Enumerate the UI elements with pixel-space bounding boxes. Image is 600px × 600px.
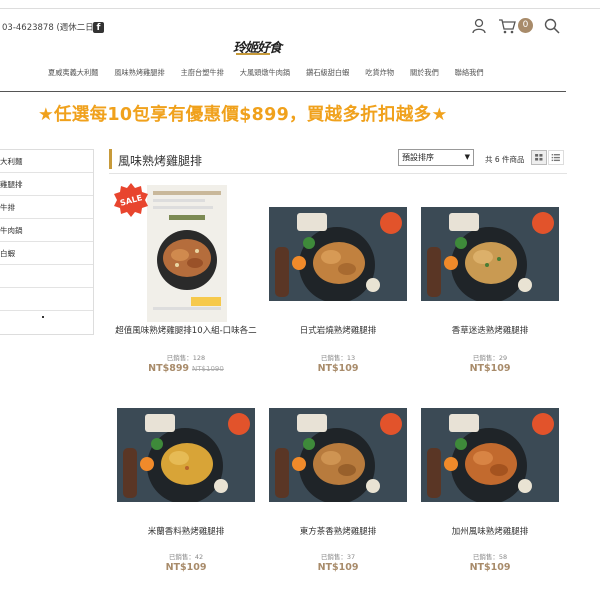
sale-badge: SALE <box>114 183 148 217</box>
nav-item-contact[interactable]: 聯絡我們 <box>447 68 492 78</box>
sidebar-item-8[interactable] <box>0 311 93 334</box>
nav-item-about[interactable]: 關於我們 <box>402 68 447 78</box>
product-price: NT$109 <box>469 363 511 374</box>
nav-item-fried[interactable]: 吃貨炸物 <box>357 68 402 78</box>
main-nav: 夏威夷義大利麵 風味熟烤雞腿排 主廚台塑牛排 大風頭燉牛肉鍋 鑽石級甜白蝦 吃貨… <box>40 68 560 78</box>
header-divider <box>109 173 567 174</box>
sidebar-dot <box>42 316 44 318</box>
product-name[interactable]: 超值風味熟烤雞腿排10入組-口味各二 <box>107 325 265 337</box>
facebook-icon[interactable]: f <box>93 22 104 33</box>
sidebar-item-shrimp[interactable]: 白蝦 <box>0 242 93 265</box>
cart-count-badge: 0 <box>518 18 533 33</box>
section-accent-bar <box>109 149 112 169</box>
product-image[interactable] <box>421 408 559 502</box>
product-image[interactable] <box>269 207 407 301</box>
sort-selected-value: 預設排序 <box>402 153 434 162</box>
product-price: NT$109 <box>469 562 511 573</box>
product-price: NT$109 <box>317 363 359 374</box>
promo-banner: ★任選每10包享有優惠價$899，買越多折扣越多★ <box>38 105 448 125</box>
product-name[interactable]: 東方茶香熟烤雞腿排 <box>259 526 417 538</box>
cart-icon[interactable] <box>498 18 516 34</box>
sidebar-item-steak[interactable]: 牛排 <box>0 196 93 219</box>
product-image[interactable] <box>147 185 227 322</box>
product-name[interactable]: 米蘭香料熟烤雞腿排 <box>107 526 265 538</box>
sidebar-item-beef-pot[interactable]: 牛肉鍋 <box>0 219 93 242</box>
nav-item-pasta[interactable]: 夏威夷義大利麵 <box>40 68 106 78</box>
search-icon[interactable] <box>544 18 560 34</box>
list-view-icon[interactable] <box>548 150 564 165</box>
category-sidebar: 大利麵 雞腿排 牛排 牛肉鍋 白蝦 <box>0 149 94 335</box>
product-price: NT$109 <box>165 562 207 573</box>
chevron-down-icon: ▼ <box>464 153 470 161</box>
user-icon[interactable] <box>471 18 487 34</box>
product-image[interactable] <box>117 408 255 502</box>
nav-divider <box>0 91 566 92</box>
sidebar-item-7[interactable] <box>0 288 93 311</box>
product-name[interactable]: 香草迷迭熟烤雞腿排 <box>411 325 569 337</box>
product-sold: 已銷售：128 <box>166 354 206 362</box>
nav-item-beef-pot[interactable]: 大風頭燉牛肉鍋 <box>232 68 298 78</box>
product-name[interactable]: 日式岩燒熟烤雞腿排 <box>259 325 417 337</box>
page-title: 風味熟烤雞腿排 <box>118 154 203 168</box>
product-sold: 已銷售：37 <box>320 553 356 561</box>
original-price: NT$1090 <box>192 365 224 373</box>
logo-underline <box>236 53 270 55</box>
product-sold: 已銷售：29 <box>472 354 508 362</box>
product-price: NT$899 NT$1090 <box>117 363 255 374</box>
product-price: NT$109 <box>317 562 359 573</box>
product-sold: 已銷售：42 <box>168 553 204 561</box>
nav-item-shrimp[interactable]: 鑽石級甜白蝦 <box>298 68 357 78</box>
sidebar-item-pasta[interactable]: 大利麵 <box>0 150 93 173</box>
phone-number: 03-4623878 (週休二日) <box>2 23 98 33</box>
sort-dropdown[interactable]: 預設排序 ▼ <box>398 149 474 166</box>
nav-item-steak[interactable]: 主廚台塑牛排 <box>173 68 232 78</box>
nav-item-chicken[interactable]: 風味熟烤雞腿排 <box>106 68 172 78</box>
sidebar-item-chicken[interactable]: 雞腿排 <box>0 173 93 196</box>
product-image[interactable] <box>421 207 559 301</box>
product-sold: 已銷售：58 <box>472 553 508 561</box>
product-sold: 已銷售：13 <box>320 354 356 362</box>
product-count: 共 6 件商品 <box>485 155 525 164</box>
product-name[interactable]: 加州風味熟烤雞腿排 <box>411 526 569 538</box>
grid-view-icon[interactable] <box>531 150 547 165</box>
current-price: NT$899 <box>148 363 190 374</box>
sidebar-item-6[interactable] <box>0 265 93 288</box>
top-bar: 03-4623878 (週休二日) f 0 <box>0 8 600 42</box>
product-image[interactable] <box>269 408 407 502</box>
